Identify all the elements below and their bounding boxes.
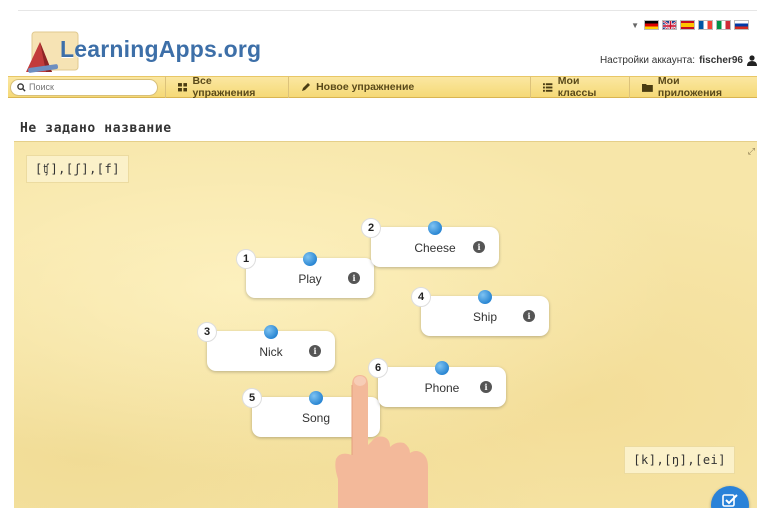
word-card[interactable]: 3 Nick i: [197, 322, 335, 371]
nav-my-classes[interactable]: Мои классы: [531, 75, 631, 99]
account-username[interactable]: fischer96: [699, 55, 743, 66]
flag-france-icon[interactable]: [698, 20, 713, 30]
info-icon[interactable]: i: [348, 272, 360, 284]
nav-new-exercise[interactable]: Новое упражнение: [289, 76, 532, 98]
word-card[interactable]: 4 Ship i: [411, 287, 549, 336]
language-selector[interactable]: ▼: [631, 20, 749, 30]
nav-new-exercise-label[interactable]: Новое упражнение: [316, 81, 414, 93]
account-settings[interactable]: Настройки аккаунта: fischer96: [600, 55, 757, 66]
dropdown-caret-icon[interactable]: ▼: [631, 21, 639, 30]
word-card[interactable]: 1 Play i: [236, 249, 374, 298]
list-icon: [543, 82, 553, 92]
app-board[interactable]: ⤢ [ʧ],[ʃ],[f] [k],[ŋ],[ei] 1 Play i 2 Ch…: [14, 141, 757, 508]
main-navbar: Все упражнения Новое упражнение Мои клас…: [8, 75, 757, 99]
pin-icon[interactable]: [264, 325, 278, 339]
page-title: Не задано название: [20, 121, 172, 136]
nav-all-exercises-label[interactable]: Все упражнения: [192, 75, 276, 99]
card-number: 5: [242, 388, 262, 408]
flag-uk-icon[interactable]: [662, 20, 677, 30]
flag-russia-icon[interactable]: [734, 20, 749, 30]
page: LearningApps.org ▼ Настройки аккаунта: f…: [0, 0, 757, 508]
flag-spain-icon[interactable]: [680, 20, 695, 30]
card-number: 3: [197, 322, 217, 342]
search-box[interactable]: [10, 78, 158, 96]
top-divider: [18, 10, 757, 11]
pin-icon[interactable]: [309, 391, 323, 405]
search-icon: [17, 82, 26, 92]
info-icon[interactable]: i: [480, 381, 492, 393]
fullscreen-icon[interactable]: ⤢: [748, 146, 755, 157]
pin-icon[interactable]: [478, 290, 492, 304]
info-icon[interactable]: i: [309, 345, 321, 357]
info-icon[interactable]: i: [473, 241, 485, 253]
account-label[interactable]: Настройки аккаунта:: [600, 55, 695, 66]
word-card[interactable]: 2 Cheese i: [361, 218, 499, 267]
nav-all-exercises[interactable]: Все упражнения: [164, 75, 290, 99]
grid-icon: [177, 82, 187, 91]
nav-my-apps[interactable]: Мои приложения: [630, 75, 757, 99]
nav-my-apps-label[interactable]: Мои приложения: [658, 75, 745, 99]
flag-italy-icon[interactable]: [716, 20, 731, 30]
logo[interactable]: LearningApps.org: [22, 18, 262, 74]
folder-icon: [642, 83, 653, 92]
card-number: 2: [361, 218, 381, 238]
info-icon[interactable]: i: [523, 310, 535, 322]
nav-my-classes-label[interactable]: Мои классы: [558, 75, 617, 99]
user-icon[interactable]: [747, 55, 757, 66]
pin-icon[interactable]: [428, 221, 442, 235]
pin-icon[interactable]: [303, 252, 317, 266]
search-input[interactable]: [29, 82, 149, 92]
category-label-1: [ʧ],[ʃ],[f]: [26, 155, 129, 183]
category-label-2: [k],[ŋ],[ei]: [624, 446, 735, 474]
pointing-hand-icon: [335, 375, 428, 508]
pencil-icon: [302, 83, 311, 91]
card-number: 4: [411, 287, 431, 307]
flag-germany-icon[interactable]: [644, 20, 659, 30]
check-icon: [722, 494, 738, 507]
logo-text: LearningApps.org: [60, 36, 262, 62]
card-number: 1: [236, 249, 256, 269]
